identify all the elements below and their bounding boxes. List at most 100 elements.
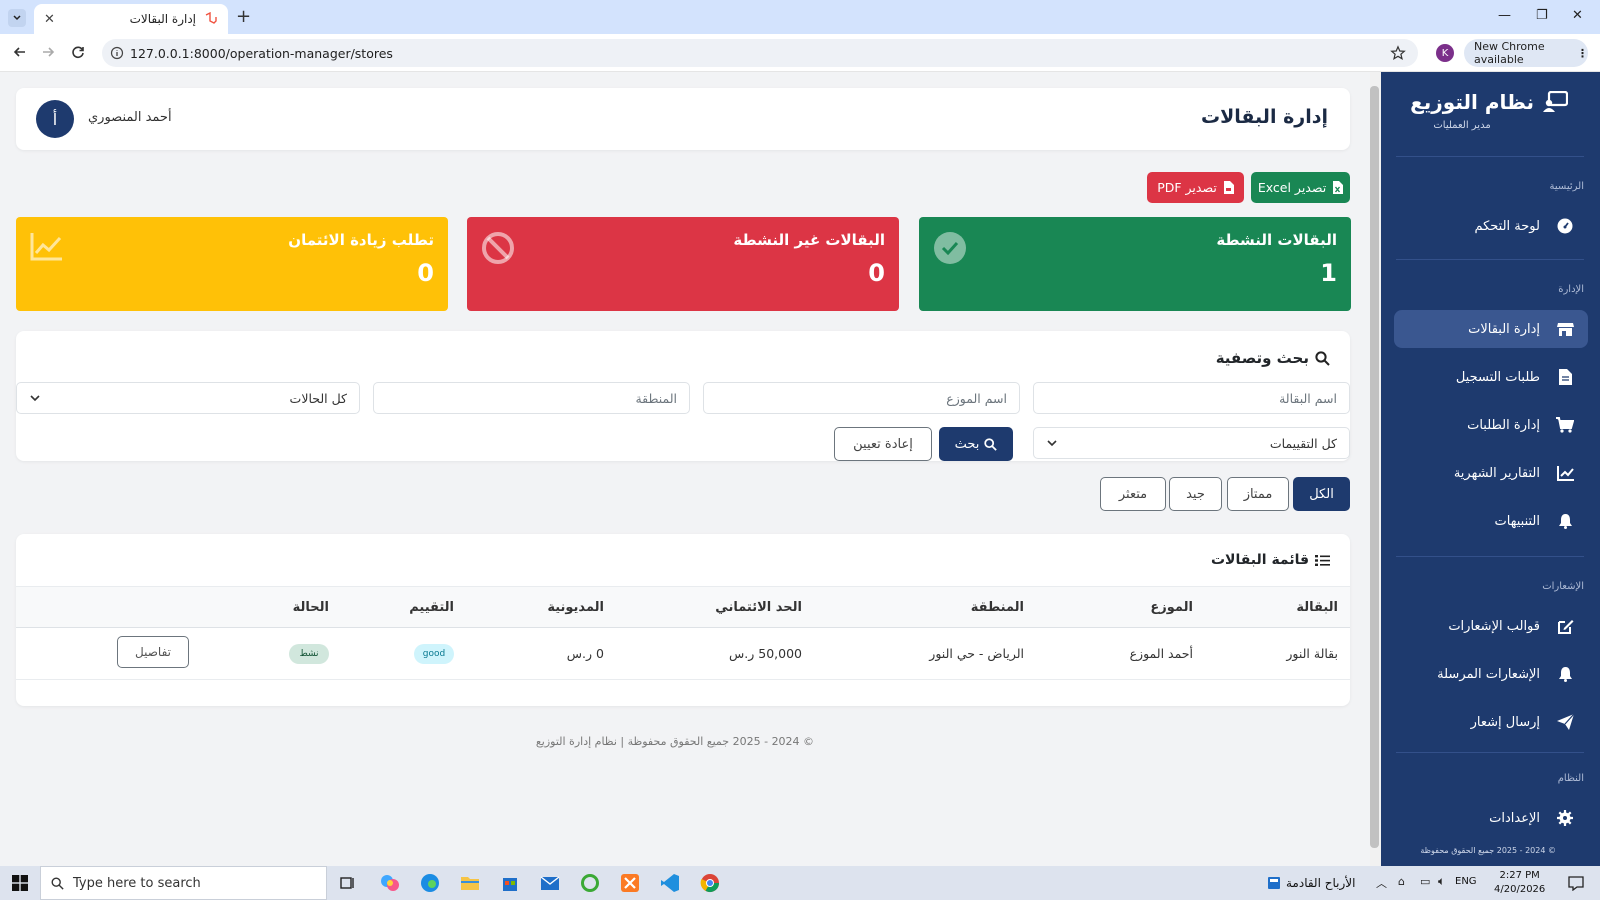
search-button-label: بحث (954, 436, 980, 452)
site-info-icon[interactable] (110, 46, 124, 60)
export-pdf-button[interactable]: تصدير PDF (1147, 172, 1244, 203)
inactive-stores-value: 0 (868, 259, 885, 287)
window-close-icon[interactable]: ✕ (1572, 8, 1583, 23)
active-stores-value: 1 (1320, 259, 1337, 287)
region-input[interactable]: المنطقة (373, 382, 690, 414)
restore-icon[interactable]: ❐ (1536, 8, 1548, 23)
tray-battery-icon[interactable]: ▭ (1420, 875, 1430, 888)
edge-icon[interactable] (420, 873, 440, 893)
edit-icon (1556, 617, 1574, 635)
file-pdf-icon (1223, 181, 1234, 194)
cell-credit-limit: 50,000 ر.س (729, 646, 802, 661)
cell-store: بقالة النور (1286, 646, 1338, 661)
sidebar-item-stores[interactable]: إدارة البقالات (1394, 310, 1588, 348)
sidebar-item-label: قوالب الإشعارات (1448, 618, 1540, 634)
search-icon (1315, 350, 1330, 366)
status-select[interactable]: كل الحالات (16, 382, 360, 414)
stores-list-title: قائمة البقالات (1211, 552, 1330, 568)
forward-icon[interactable] (40, 44, 56, 60)
sidebar-item-sent-notifications[interactable]: الإشعارات المرسلة (1394, 655, 1588, 693)
column-header-region: المنطقة (970, 600, 1024, 615)
taskbar-news-widget[interactable]: الأرباح القادمة (1286, 876, 1355, 890)
filter-excellent-button[interactable]: ممتاز (1227, 477, 1289, 511)
filter-good-button[interactable]: جيد (1169, 477, 1222, 511)
rating-select[interactable]: كل التقييمات (1033, 427, 1350, 459)
sidebar-item-registration-requests[interactable]: طلبات التسجيل (1394, 358, 1588, 396)
reload-icon[interactable] (70, 44, 86, 60)
filter-all-button[interactable]: الكل (1293, 477, 1350, 511)
chart-icon (1556, 464, 1574, 482)
sidebar-item-alerts[interactable]: التنبيهات (1394, 502, 1588, 540)
profile-avatar[interactable]: K (1436, 44, 1454, 62)
browser-toolbar: 127.0.0.1:8000/operation-manager/stores … (0, 34, 1600, 72)
tab-search-button[interactable] (8, 9, 26, 27)
distributor-name-input[interactable]: اسم الموزع (703, 382, 1020, 414)
user-avatar[interactable]: أ (36, 100, 74, 138)
search-button[interactable]: بحث (939, 427, 1013, 461)
sidebar-section-notifications: الإشعارات (1542, 581, 1584, 592)
sidebar-item-monthly-reports[interactable]: التقارير الشهرية (1394, 454, 1588, 492)
chevron-down-icon (1047, 440, 1057, 447)
notification-center-icon[interactable] (1568, 875, 1584, 891)
new-tab-button[interactable]: + (236, 6, 251, 27)
active-stores-card: البقالات النشطة 1 (919, 217, 1351, 311)
tab-close-icon[interactable]: ✕ (44, 12, 55, 27)
credit-increase-card: تطلب زيادة الائتمان 0 (16, 217, 448, 311)
sidebar-item-label: لوحة التحكم (1474, 218, 1540, 234)
more-menu-icon[interactable]: ⋮ (1577, 47, 1588, 60)
details-button[interactable]: تفاصيل (117, 636, 189, 668)
sidebar-item-label: إدارة البقالات (1468, 321, 1540, 337)
mail-icon[interactable] (540, 873, 560, 893)
sidebar-item-label: التقارير الشهرية (1453, 465, 1540, 481)
address-bar[interactable]: 127.0.0.1:8000/operation-manager/stores (102, 39, 1418, 67)
file-explorer-icon[interactable] (460, 873, 480, 893)
status-select-value: كل الحالات (289, 390, 347, 406)
sidebar-section-main: الرئيسية (1549, 181, 1584, 192)
store-name-input[interactable]: اسم البقالة (1033, 382, 1350, 414)
user-name: أحمد المنصوري (88, 110, 172, 125)
credit-increase-label: تطلب زيادة الائتمان (288, 231, 434, 249)
tray-volume-icon[interactable]: 🔈︎ (1438, 874, 1445, 889)
vscode-icon[interactable] (660, 873, 680, 893)
task-view-icon[interactable] (338, 873, 358, 893)
filter-struggling-button[interactable]: متعثر (1100, 477, 1166, 511)
sidebar-item-dashboard[interactable]: لوحة التحكم (1394, 207, 1588, 245)
cell-region: الرياض - حي النور (929, 646, 1024, 661)
chevron-down-icon (13, 15, 21, 21)
sidebar-item-settings[interactable]: الإعدادات (1394, 800, 1588, 836)
page-scrollbar[interactable] (1370, 72, 1381, 866)
new-chrome-label: New Chrome available (1474, 40, 1545, 66)
sidebar-section-system: النظام (1557, 773, 1584, 784)
export-excel-button[interactable]: تصدير Excel (1251, 172, 1350, 203)
minimize-icon[interactable]: — (1498, 8, 1511, 23)
taskbar-clock[interactable]: 2:27 PM 4/20/2026 (1494, 869, 1545, 897)
tray-network-icon[interactable]: ⌂ (1398, 875, 1405, 888)
chrome-icon[interactable] (700, 873, 720, 893)
status-badge: نشط (289, 644, 329, 664)
table-header: البقالة الموزع المنطقة الحد الائتماني ال… (16, 586, 1350, 628)
xampp-icon[interactable] (620, 873, 640, 893)
taskbar-language[interactable]: ENG (1455, 876, 1477, 887)
top-header-bar: إدارة البقالات أحمد المنصوري أ (16, 88, 1350, 150)
bell-icon (1556, 665, 1574, 683)
column-header-debt: المديونية (547, 600, 604, 615)
cell-debt: 0 ر.س (566, 646, 604, 661)
cart-icon (1556, 416, 1574, 434)
sidebar-item-send-notification[interactable]: إرسال إشعار (1394, 703, 1588, 741)
store-app-icon[interactable] (500, 873, 520, 893)
sidebar-item-notification-templates[interactable]: قوالب الإشعارات (1394, 607, 1588, 645)
windows-start-icon[interactable] (12, 875, 28, 891)
bookmark-star-icon[interactable] (1390, 45, 1406, 61)
active-stores-label: البقالات النشطة (1216, 231, 1337, 249)
new-chrome-available-button[interactable]: New Chrome available ⋮ (1464, 39, 1588, 67)
back-icon[interactable] (12, 44, 28, 60)
taskbar-search-box[interactable]: Type here to search (40, 866, 327, 900)
scrollbar-thumb[interactable] (1370, 86, 1379, 848)
dashboard-icon (1556, 217, 1574, 235)
reset-button[interactable]: إعادة تعيين (834, 427, 932, 461)
browser-tab[interactable]: إدارة البقالات ✕ (34, 4, 228, 34)
refresh-app-icon[interactable] (580, 873, 600, 893)
tray-chevron-up-icon[interactable]: ︿ (1376, 875, 1387, 891)
sidebar-item-orders[interactable]: إدارة الطلبات (1394, 406, 1588, 444)
copilot-icon[interactable] (380, 873, 400, 893)
